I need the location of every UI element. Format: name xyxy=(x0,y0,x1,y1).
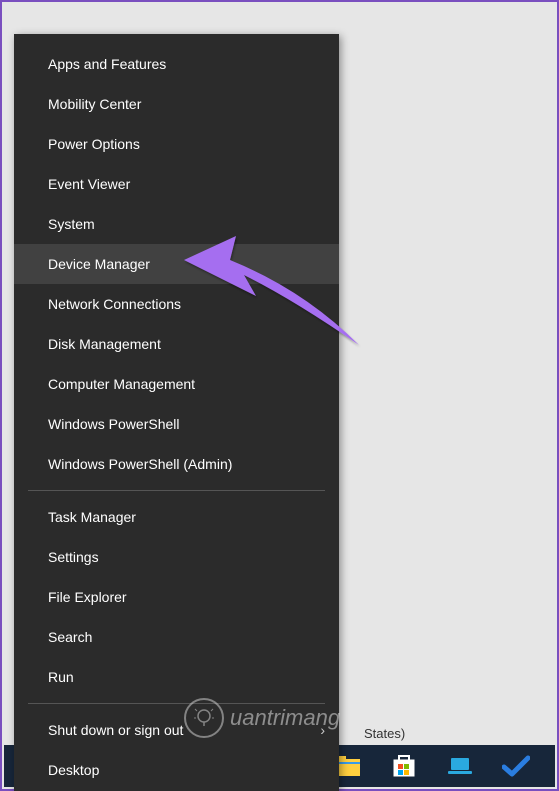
menu-item-system[interactable]: System xyxy=(14,204,339,244)
menu-item-label: Network Connections xyxy=(48,296,181,312)
menu-item-label: Device Manager xyxy=(48,256,150,272)
menu-item-label: Search xyxy=(48,629,92,645)
menu-item-computer-management[interactable]: Computer Management xyxy=(14,364,339,404)
menu-divider xyxy=(28,490,325,491)
menu-item-file-explorer[interactable]: File Explorer xyxy=(14,577,339,617)
menu-item-label: Shut down or sign out xyxy=(48,722,183,738)
menu-item-disk-management[interactable]: Disk Management xyxy=(14,324,339,364)
menu-item-task-manager[interactable]: Task Manager xyxy=(14,497,339,537)
chevron-right-icon: › xyxy=(320,722,325,738)
menu-item-label: Settings xyxy=(48,549,99,565)
menu-group-3: Shut down or sign out › Desktop xyxy=(14,710,339,790)
menu-item-label: Run xyxy=(48,669,74,685)
menu-item-label: Power Options xyxy=(48,136,140,152)
menu-item-device-manager[interactable]: Device Manager xyxy=(14,244,339,284)
menu-group-2: Task Manager Settings File Explorer Search R… xyxy=(14,497,339,697)
menu-item-run[interactable]: Run xyxy=(14,657,339,697)
menu-item-label: Windows PowerShell xyxy=(48,416,180,432)
menu-item-label: Disk Management xyxy=(48,336,161,352)
menu-item-label: Computer Management xyxy=(48,376,195,392)
menu-item-mobility-center[interactable]: Mobility Center xyxy=(14,84,339,124)
menu-item-event-viewer[interactable]: Event Viewer xyxy=(14,164,339,204)
menu-item-windows-powershell[interactable]: Windows PowerShell xyxy=(14,404,339,444)
checkmark-icon[interactable] xyxy=(502,752,530,780)
menu-item-label: Windows PowerShell (Admin) xyxy=(48,456,232,472)
menu-item-shut-down-or-sign-out[interactable]: Shut down or sign out › xyxy=(14,710,339,750)
menu-item-power-options[interactable]: Power Options xyxy=(14,124,339,164)
menu-item-label: Task Manager xyxy=(48,509,136,525)
menu-group-1: Apps and Features Mobility Center Power Op… xyxy=(14,44,339,484)
desktop-background: States) Apps and Features Mobility Center… xyxy=(4,4,555,787)
menu-item-label: Event Viewer xyxy=(48,176,130,192)
menu-item-search[interactable]: Search xyxy=(14,617,339,657)
menu-item-label: Apps and Features xyxy=(48,56,166,72)
menu-item-desktop[interactable]: Desktop xyxy=(14,750,339,790)
menu-item-label: Mobility Center xyxy=(48,96,141,112)
menu-item-settings[interactable]: Settings xyxy=(14,537,339,577)
menu-item-windows-powershell-admin-[interactable]: Windows PowerShell (Admin) xyxy=(14,444,339,484)
menu-item-label: File Explorer xyxy=(48,589,127,605)
winx-context-menu: Apps and Features Mobility Center Power Op… xyxy=(14,34,339,791)
microsoft-store-icon[interactable] xyxy=(390,752,418,780)
menu-item-label: Desktop xyxy=(48,762,99,778)
menu-item-label: System xyxy=(48,216,95,232)
menu-item-network-connections[interactable]: Network Connections xyxy=(14,284,339,324)
systray-text: States) xyxy=(364,726,405,741)
laptop-icon[interactable] xyxy=(446,752,474,780)
menu-item-apps-and-features[interactable]: Apps and Features xyxy=(14,44,339,84)
menu-divider xyxy=(28,703,325,704)
